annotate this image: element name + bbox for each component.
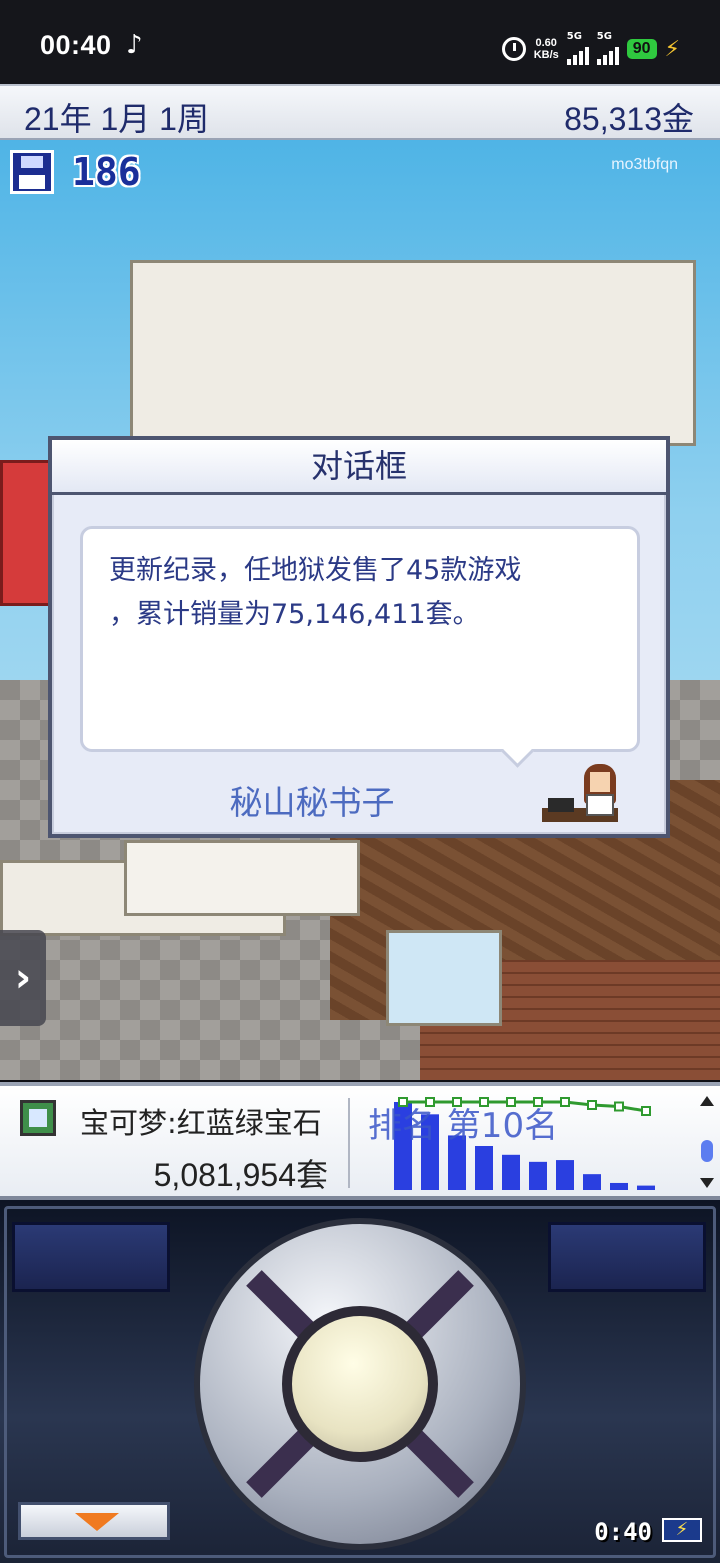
status-time: 00:40: [40, 30, 112, 60]
tiktok-icon: ♪: [126, 30, 143, 60]
chart-bar: [529, 1161, 547, 1190]
chart-bar: [502, 1154, 520, 1190]
chart-point: [641, 1106, 651, 1116]
status-icons: 0.60 KB/s 5G 5G 90 ⚡: [501, 31, 680, 65]
speech-bubble: 更新纪录，任地狱发售了45款游戏 ，累计销量为75,146,411套。: [80, 526, 640, 752]
dialog-title: 对话框: [52, 440, 666, 495]
dialog-message: 更新纪录，任地狱发售了45款游戏 ，累计销量为75,146,411套。: [109, 555, 522, 630]
left-shoulder-button[interactable]: [12, 1222, 170, 1292]
status-bar: 00:40 ♪ 0.60 KB/s 5G 5G 90 ⚡: [0, 0, 720, 84]
virtual-controller: 0:40 ⚡: [0, 1200, 720, 1563]
scroll-up-icon[interactable]: [700, 1096, 714, 1106]
game-sales: 5,081,954套: [153, 1157, 328, 1193]
triangle-down-icon: [75, 1513, 119, 1531]
aquarium: [386, 930, 502, 1026]
office-wall: [130, 260, 696, 446]
secretary-portrait: [542, 760, 622, 826]
dialog-box[interactable]: 对话框 更新纪录，任地狱发售了45款游戏 ，累计销量为75,146,411套。 …: [48, 436, 670, 838]
watermark: mo3tbfqn: [611, 156, 678, 173]
scroll-down-icon[interactable]: [700, 1178, 714, 1188]
game-clock: 0:40: [594, 1518, 652, 1546]
battery-icon: 90: [626, 39, 657, 59]
menu-button[interactable]: [18, 1502, 170, 1540]
network-speed: 0.60 KB/s: [534, 37, 559, 61]
speaker-name: 秘山秘书子: [229, 783, 395, 822]
chart-point: [587, 1100, 597, 1110]
chart-bar: [556, 1160, 574, 1190]
vending-machine: [0, 460, 54, 606]
game-header: 21年 1月 1周 85,313金: [0, 84, 720, 142]
rank-label: 排名 第10名: [368, 1106, 559, 1146]
scroll-thumb[interactable]: [701, 1140, 713, 1162]
signal-icon: 5G: [596, 31, 619, 65]
money-display: 85,313金: [564, 101, 694, 137]
lightning-icon: ⚡: [662, 1518, 702, 1542]
desk: [124, 840, 360, 916]
chart-point: [560, 1097, 570, 1107]
lightning-icon: ⚡: [664, 36, 680, 62]
chart-bar: [610, 1182, 628, 1190]
chart-point: [614, 1101, 624, 1112]
chevron-right-icon: ›: [14, 955, 32, 1001]
side-menu-toggle[interactable]: ›: [0, 930, 46, 1026]
chart-bar: [583, 1174, 601, 1190]
chart-bar: [637, 1185, 655, 1190]
network-type-label: 5G: [566, 31, 582, 42]
network-type-label: 5G: [596, 31, 612, 42]
game-date: 21年 1月 1周: [24, 101, 209, 137]
right-shoulder-button[interactable]: [548, 1222, 706, 1292]
signal-icon: 5G: [566, 31, 589, 65]
directional-pad[interactable]: [194, 1218, 526, 1550]
speed-value: 0.60: [535, 37, 557, 49]
save-count: 186: [72, 150, 141, 194]
chart-bar: [475, 1146, 493, 1190]
divider: [348, 1098, 350, 1188]
floppy-disk-icon[interactable]: [10, 150, 54, 194]
sales-info-bar[interactable]: 宝可梦:红蓝绿宝石 5,081,954套 排名 第10名: [0, 1082, 720, 1200]
game-title: 宝可梦:红蓝绿宝石: [80, 1106, 322, 1140]
scrollbar[interactable]: [700, 1096, 714, 1188]
confirm-button[interactable]: [282, 1306, 438, 1462]
game-cartridge-icon: [20, 1100, 56, 1136]
alarm-icon: [501, 37, 526, 61]
speed-unit: KB/s: [533, 49, 559, 61]
